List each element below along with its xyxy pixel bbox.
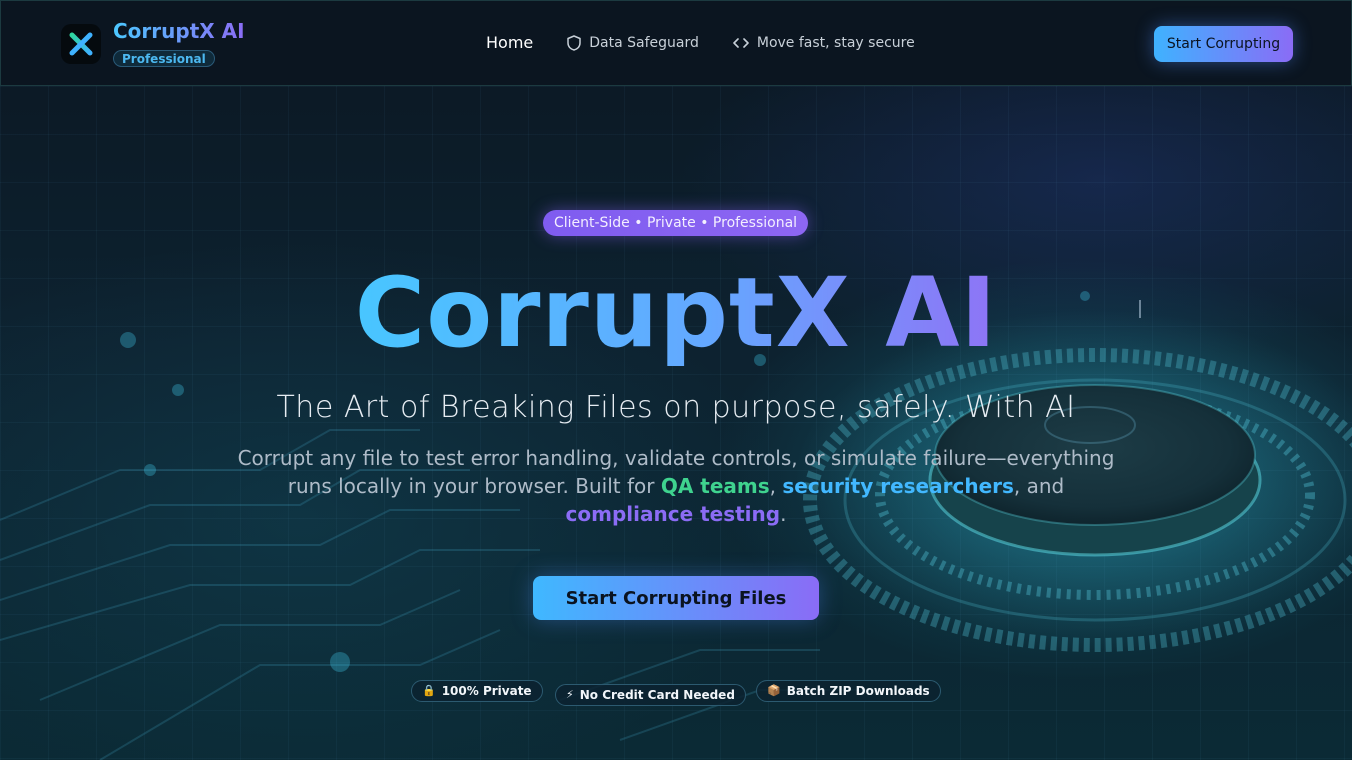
- top-navbar: CorruptX AI Professional Home Data Safeg…: [0, 0, 1352, 86]
- start-corrupting-files-button[interactable]: Start Corrupting Files: [533, 576, 819, 620]
- chip-private: 🔒 100% Private: [411, 680, 543, 702]
- desc-end: .: [780, 502, 787, 526]
- chip-no-credit-card: ⚡ No Credit Card Needed: [555, 684, 746, 706]
- main-nav: Home Data Safeguard Move fast, stay secu…: [486, 33, 949, 52]
- start-corrupting-button[interactable]: Start Corrupting: [1154, 26, 1293, 62]
- code-icon: [733, 37, 749, 48]
- hero-description: Corrupt any file to test error handling,…: [226, 444, 1126, 528]
- desc-sep-1: ,: [769, 474, 783, 498]
- hero-title: CorruptX AI: [0, 258, 1352, 368]
- lightning-icon: ⚡: [566, 688, 574, 701]
- hero-subtitle: The Art of Breaking Files on purpose, sa…: [276, 390, 1076, 425]
- brand-badge: Professional: [113, 50, 215, 67]
- lock-icon: 🔒: [422, 684, 436, 697]
- highlight-qa-teams: QA teams: [660, 474, 770, 498]
- nav-move-fast[interactable]: Move fast, stay secure: [733, 35, 915, 51]
- brand-logo[interactable]: [61, 24, 101, 64]
- brand-name[interactable]: CorruptX AI: [113, 19, 245, 43]
- landing-page: CorruptX AI Professional Home Data Safeg…: [0, 0, 1352, 760]
- chip-private-label: 100% Private: [441, 684, 532, 698]
- highlight-security-researchers: security researchers: [782, 474, 1014, 498]
- package-icon: 📦: [767, 684, 781, 697]
- feature-pill: Client-Side • Private • Professional: [543, 210, 808, 236]
- chip-batch-zip-label: Batch ZIP Downloads: [786, 684, 930, 698]
- nav-home-label: Home: [486, 33, 534, 52]
- shield-icon: [567, 34, 581, 51]
- nav-data-safeguard[interactable]: Data Safeguard: [567, 35, 699, 51]
- x-logo-icon: [69, 32, 93, 56]
- hero-title-text: CorruptX AI: [354, 257, 998, 369]
- nav-home[interactable]: Home: [486, 33, 533, 52]
- nav-move-fast-label: Move fast, stay secure: [756, 34, 915, 51]
- chip-no-credit-card-label: No Credit Card Needed: [579, 688, 735, 702]
- desc-sep-2: , and: [1013, 474, 1065, 498]
- nav-data-safeguard-label: Data Safeguard: [589, 34, 699, 51]
- highlight-compliance-testing: compliance testing: [565, 502, 781, 526]
- chip-batch-zip: 📦 Batch ZIP Downloads: [756, 680, 941, 702]
